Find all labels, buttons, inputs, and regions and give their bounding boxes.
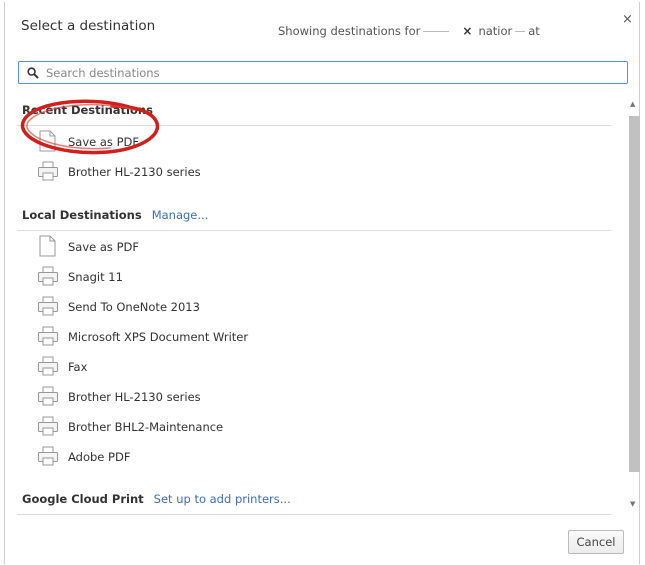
cloud-print-heading: Google Cloud Print Set up to add printers…: [22, 492, 291, 506]
showing-tail-2: at: [528, 24, 540, 38]
recent-destinations-heading: Recent Destinations: [22, 103, 153, 117]
printer-icon: [38, 386, 58, 406]
redacted-account: [423, 31, 450, 32]
recent-divider: [17, 125, 611, 126]
document-icon: [39, 235, 56, 257]
scroll-thumb[interactable]: [629, 116, 640, 472]
destination-list: Recent Destinations Save as PDF Brother …: [17, 95, 611, 515]
printer-icon: [38, 446, 58, 466]
document-icon: [39, 130, 56, 152]
printer-icon: [38, 296, 58, 316]
search-input[interactable]: [46, 64, 616, 81]
local-item-label: Fax: [68, 360, 88, 374]
cancel-button[interactable]: Cancel: [568, 530, 624, 554]
recent-item-brother-hl-2130[interactable]: Brother HL-2130 series: [37, 160, 597, 184]
showing-tail: natior: [478, 24, 513, 38]
scroll-up-icon[interactable]: ▲: [630, 100, 635, 108]
local-divider: [17, 230, 611, 231]
printer-icon: [38, 356, 58, 376]
recent-heading-label: Recent Destinations: [22, 103, 153, 117]
showing-label: Showing destinations for: [278, 24, 421, 38]
dialog-title: Select a destination: [21, 18, 156, 34]
local-item-snagit[interactable]: Snagit 11: [37, 265, 597, 289]
redacted-part: [515, 31, 526, 32]
scroll-down-icon[interactable]: ▼: [630, 500, 635, 508]
local-item-save-as-pdf[interactable]: Save as PDF: [37, 235, 597, 259]
list-scrollbar[interactable]: ▲ ▼: [628, 98, 641, 514]
recent-item-save-as-pdf[interactable]: Save as PDF: [37, 130, 597, 154]
local-item-label: Save as PDF: [68, 240, 139, 254]
local-item-adobe-pdf[interactable]: Adobe PDF: [37, 445, 597, 469]
printer-icon: [38, 416, 58, 436]
local-item-label: Microsoft XPS Document Writer: [68, 330, 249, 344]
local-item-onenote[interactable]: Send To OneNote 2013: [37, 295, 597, 319]
printer-icon: [38, 326, 58, 346]
local-item-label: Snagit 11: [68, 270, 123, 284]
local-heading-label: Local Destinations: [22, 208, 142, 222]
printer-icon: [38, 266, 58, 286]
local-item-xps-writer[interactable]: Microsoft XPS Document Writer: [37, 325, 597, 349]
recent-item-label: Brother HL-2130 series: [68, 165, 201, 179]
setup-printers-link[interactable]: Set up to add printers...: [154, 492, 291, 506]
search-box[interactable]: [18, 61, 628, 84]
local-destinations-heading: Local Destinations Manage...: [22, 208, 208, 222]
printer-icon: [38, 161, 58, 181]
cloud-heading-label: Google Cloud Print: [22, 492, 144, 506]
local-item-label: Brother HL-2130 series: [68, 390, 201, 404]
recent-item-label: Save as PDF: [68, 135, 139, 149]
manage-link[interactable]: Manage...: [152, 208, 209, 222]
account-close-icon[interactable]: ×: [462, 24, 472, 38]
showing-destinations-text: Showing destinations for × natior at: [278, 24, 540, 38]
local-item-label: Brother BHL2-Maintenance: [68, 420, 224, 434]
search-icon: [27, 67, 39, 79]
local-item-label: Send To OneNote 2013: [68, 300, 200, 314]
local-item-fax[interactable]: Fax: [37, 355, 597, 379]
close-dialog-icon[interactable]: ×: [622, 12, 633, 27]
footer-divider: [17, 514, 611, 515]
local-item-label: Adobe PDF: [68, 450, 131, 464]
local-item-brother-hl-2130[interactable]: Brother HL-2130 series: [37, 385, 597, 409]
local-item-brother-maintenance[interactable]: Brother BHL2-Maintenance: [37, 415, 597, 439]
